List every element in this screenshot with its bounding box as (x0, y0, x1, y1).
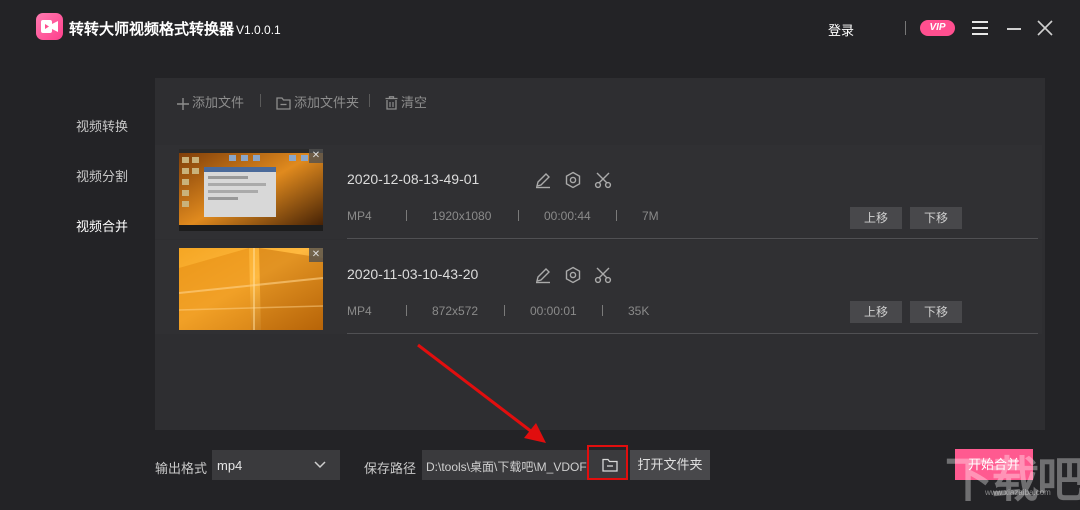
clear-button[interactable]: 清空 (385, 92, 427, 111)
file-size: 35K (628, 304, 650, 318)
meta-divider (518, 210, 519, 221)
file-row[interactable]: ✕ 2020-11-03-10-43-20 MP4 872x572 00:00:… (155, 240, 1042, 334)
remove-file-icon[interactable]: ✕ (309, 248, 323, 262)
clear-label: 清空 (401, 95, 428, 110)
save-path-value: D:\tools\桌面\下载吧\M_VDOF (426, 460, 587, 474)
toolbar-divider (260, 94, 261, 107)
menu-icon[interactable] (972, 21, 988, 35)
chevron-down-icon (314, 461, 326, 469)
file-name: 2020-11-03-10-43-20 (347, 266, 479, 282)
file-resolution: 872x572 (432, 304, 479, 318)
meta-divider (602, 305, 603, 316)
add-folder-button[interactable]: 添加文件夹 (276, 92, 359, 111)
add-folder-label: 添加文件夹 (294, 95, 360, 110)
close-icon[interactable] (1037, 20, 1053, 36)
meta-divider (616, 210, 617, 221)
edit-icon[interactable] (534, 266, 552, 284)
toolbar-divider (369, 94, 370, 107)
add-file-label: 添加文件 (192, 95, 245, 110)
title-bar: 转转大师视频格式转换器 V1.0.0.1 登录 VIP (0, 0, 1080, 58)
edit-icon[interactable] (534, 171, 552, 189)
save-path-label: 保存路径 (364, 461, 417, 476)
move-up-button[interactable]: 上移 (850, 207, 902, 229)
add-file-button[interactable]: 添加文件 (177, 92, 244, 111)
file-duration: 00:00:44 (544, 209, 591, 223)
file-size: 7M (642, 209, 659, 223)
remove-file-icon[interactable]: ✕ (309, 149, 323, 163)
file-row[interactable]: ✕ 2020-12-08-13-49-01 MP4 1920x1080 00:0… (155, 145, 1042, 239)
row-divider (347, 333, 1038, 334)
video-thumbnail: ✕ (179, 248, 323, 330)
meta-divider (406, 305, 407, 316)
app-title-text: 转转大师视频格式转换器 (69, 21, 235, 38)
file-resolution: 1920x1080 (432, 209, 492, 223)
settings-icon[interactable] (564, 266, 582, 284)
vip-badge[interactable]: VIP (920, 20, 955, 36)
row-divider (347, 238, 1038, 239)
watermark-url: www.xiazaiba.com (985, 488, 1051, 497)
video-thumbnail: ✕ (179, 149, 323, 231)
login-link[interactable]: 登录 (828, 20, 854, 39)
minimize-icon[interactable] (1007, 28, 1021, 30)
app-title: 转转大师视频格式转换器 V1.0.0.1 (69, 18, 281, 39)
titlebar-divider (905, 21, 906, 35)
settings-icon[interactable] (564, 171, 582, 189)
scissors-icon[interactable] (594, 171, 612, 189)
output-format-value: mp4 (217, 458, 243, 473)
file-list-panel: 添加文件 添加文件夹 清空 ✕ 2020-12-08-13-49-01 MP4 … (155, 78, 1045, 430)
file-format: MP4 (347, 209, 372, 223)
scissors-icon[interactable] (594, 266, 612, 284)
app-logo-icon (36, 13, 63, 40)
file-duration: 00:00:01 (530, 304, 577, 318)
save-path-field[interactable]: D:\tools\桌面\下载吧\M_VDOF (422, 450, 594, 480)
highlight-box (587, 445, 628, 480)
open-folder-button[interactable]: 打开文件夹 (630, 450, 710, 480)
move-up-button[interactable]: 上移 (850, 301, 902, 323)
trash-icon (385, 96, 398, 110)
sidebar-item-video-convert[interactable]: 视频转换 (76, 116, 128, 135)
app-version: V1.0.0.1 (236, 23, 281, 37)
output-format-label: 输出格式 (155, 461, 208, 476)
plus-icon (177, 98, 189, 110)
output-format-select[interactable]: mp4 (212, 450, 340, 480)
sidebar-item-video-merge[interactable]: 视频合并 (76, 216, 128, 235)
meta-divider (504, 305, 505, 316)
sidebar-item-video-split[interactable]: 视频分割 (76, 166, 128, 185)
file-format: MP4 (347, 304, 372, 318)
folder-minus-icon (276, 97, 291, 110)
file-name: 2020-12-08-13-49-01 (347, 171, 480, 187)
move-down-button[interactable]: 下移 (910, 207, 962, 229)
meta-divider (406, 210, 407, 221)
move-down-button[interactable]: 下移 (910, 301, 962, 323)
